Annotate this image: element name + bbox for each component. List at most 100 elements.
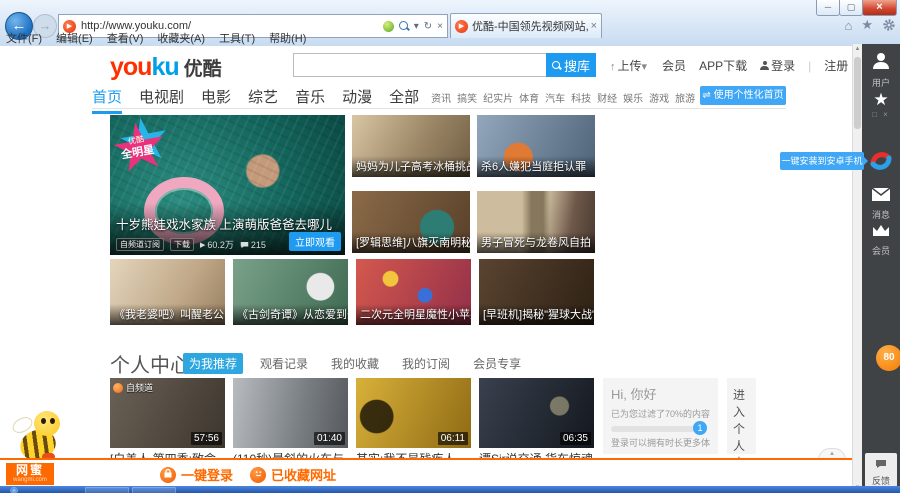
nav-sub-item[interactable]: 资讯	[431, 90, 451, 105]
window-minimize-button[interactable]: ─	[816, 0, 840, 16]
download-chip[interactable]: 下载	[170, 238, 194, 251]
nav-music[interactable]: 音乐	[295, 86, 325, 107]
hero-video-card[interactable]: 优酷 全明星 十岁熊娃戏水家族 上演萌版爸爸去哪儿 自频道订阅 下载 ▶60.2…	[110, 115, 345, 255]
register-link[interactable]: 注册	[824, 57, 848, 74]
nav-sub-item[interactable]: 体育	[519, 90, 539, 105]
tab-history[interactable]: 观看记录	[254, 353, 314, 374]
duration-badge: 01:40	[314, 432, 345, 445]
one-key-login-button[interactable]: 一键登录	[160, 465, 233, 484]
video-thumb[interactable]: 妈妈为儿子高考冰桶挑战	[352, 115, 470, 177]
window-maximize-button[interactable]: ▢	[839, 0, 863, 16]
smiley-icon	[250, 467, 266, 483]
menu-file[interactable]: 文件(F)	[6, 33, 42, 46]
thumb-caption: 《古剑奇谭》从恋爱到开播	[233, 304, 348, 325]
nav-all[interactable]: 全部	[389, 86, 419, 107]
video-thumb[interactable]: 《古剑奇谭》从恋爱到开播	[233, 259, 348, 325]
upload-link[interactable]: ↑上传▾	[610, 57, 649, 74]
rail-mini-controls[interactable]: □ ×	[862, 110, 900, 119]
search-button[interactable]: 搜库	[546, 53, 596, 77]
app-download-link[interactable]: APP下载	[699, 57, 747, 74]
wangmi-bee-mascot[interactable]	[8, 406, 64, 464]
nav-sub-item[interactable]: 旅游	[675, 90, 695, 105]
video-thumb[interactable]: [罗辑思维]八旗灭南明秘史	[352, 191, 470, 253]
home-icon[interactable]: ⌂	[844, 18, 852, 33]
menu-tools[interactable]: 工具(T)	[219, 33, 255, 46]
login-link[interactable]: 登录	[760, 57, 795, 74]
tab-favorites[interactable]: 我的收藏	[325, 353, 385, 374]
nav-sub-item[interactable]: 纪实片	[483, 90, 513, 105]
video-thumb[interactable]: 二次元全明星魔性小苹果	[356, 259, 471, 325]
rail-message-button[interactable]: 消息	[862, 188, 900, 221]
settings-gear-icon[interactable]	[882, 18, 896, 32]
nav-sub-item[interactable]: 娱乐	[623, 90, 643, 105]
favorited-site-button[interactable]: 已收藏网址	[250, 465, 336, 484]
video-card[interactable]: 自频道 57:56	[110, 378, 225, 448]
nav-sub-item[interactable]: 搞笑	[457, 90, 477, 105]
greeting-text: Hi, 你好	[611, 384, 710, 403]
video-thumb[interactable]: 男子冒死与龙卷风自拍	[477, 191, 595, 253]
tab-vip[interactable]: 会员专享	[467, 353, 527, 374]
tab-subscriptions[interactable]: 我的订阅	[396, 353, 456, 374]
video-thumb[interactable]: [早班机]揭秘"猩球大战"	[479, 259, 594, 325]
bee-head	[34, 411, 60, 436]
start-button[interactable]	[10, 487, 18, 493]
nav-sub-item[interactable]: 科技	[571, 90, 591, 105]
enter-personal-center-button[interactable]: 进入个人中心	[727, 378, 756, 454]
search-input[interactable]	[293, 53, 559, 77]
nav-sub-item[interactable]: 游戏	[649, 90, 669, 105]
youku-logo[interactable]: youku优酷	[110, 53, 222, 82]
refresh-icon[interactable]: ↻	[424, 21, 432, 32]
thumb-caption: 二次元全明星魔性小苹果	[356, 304, 471, 325]
tab-close-icon[interactable]: ×	[591, 20, 597, 32]
video-thumb[interactable]: 杀6人嫌犯当庭拒认罪	[477, 115, 595, 177]
rail-vip-button[interactable]: 会员	[862, 224, 900, 257]
rail-favorites-button[interactable]: ★ □ ×	[862, 90, 900, 119]
menu-view[interactable]: 查看(V)	[107, 33, 144, 46]
rail-user-button[interactable]: 用户	[862, 52, 900, 89]
install-client-tooltip[interactable]: 一键安装到安卓手机	[780, 152, 864, 170]
minimize-icon: ─	[825, 2, 831, 12]
menu-favorites[interactable]: 收藏夹(A)	[157, 33, 205, 46]
youku-client-icon	[868, 148, 894, 174]
address-dropdown-icon[interactable]: ▾	[414, 21, 419, 32]
watch-now-button[interactable]: 立即观看	[289, 232, 341, 251]
search-icon[interactable]	[399, 21, 409, 31]
tab-recommended[interactable]: 为我推荐	[183, 353, 243, 374]
suggestions-icon[interactable]	[383, 21, 394, 32]
video-thumb[interactable]: 《我老婆吧》叫醒老公 | 起床	[110, 259, 225, 325]
filter-text: 已为您过滤了70%的内容	[611, 407, 710, 420]
url-text[interactable]: http://www.youku.com/	[81, 20, 383, 32]
user-icon	[760, 61, 769, 70]
feedback-widget[interactable]: 反馈	[865, 453, 897, 487]
scrollbar-thumb[interactable]	[854, 57, 861, 129]
floating-promo-ball[interactable]: 80	[876, 345, 900, 371]
video-card[interactable]: 06:11	[356, 378, 471, 448]
browser-tab[interactable]: ▶ 优酷-中国领先视频网站,提... ×	[450, 13, 602, 38]
nav-movie[interactable]: 电影	[201, 86, 231, 107]
taskbar-button[interactable]	[85, 487, 129, 493]
vip-link[interactable]: 会员	[662, 57, 686, 74]
nav-sub-item[interactable]: 财经	[597, 90, 617, 105]
taskbar-button[interactable]	[132, 487, 176, 493]
subscribe-chip[interactable]: 自频道订阅	[116, 238, 164, 251]
favorites-star-icon[interactable]: ★	[861, 17, 873, 33]
nav-tv[interactable]: 电视剧	[139, 86, 184, 107]
star-icon: ★	[873, 90, 888, 109]
personalize-homepage-button[interactable]: ⇌ 使用个性化首页	[700, 86, 786, 105]
nav-home[interactable]: 首页	[92, 86, 122, 114]
site-favicon: ▶	[63, 20, 76, 33]
nav-variety[interactable]: 综艺	[248, 86, 278, 107]
window-close-button[interactable]: ×	[862, 0, 897, 16]
hero-title[interactable]: 十岁熊娃戏水家族 上演萌版爸爸去哪儿	[116, 214, 332, 233]
stop-icon[interactable]: ×	[437, 21, 443, 32]
menu-help[interactable]: 帮助(H)	[269, 33, 306, 46]
video-card[interactable]: 01:40	[233, 378, 348, 448]
scroll-up-icon[interactable]: ▲	[853, 46, 862, 52]
personal-center-title: 个人中心	[110, 349, 190, 378]
menu-edit[interactable]: 编辑(E)	[56, 33, 93, 46]
wangmi-logo[interactable]: 网蜜 wangmi.com	[6, 463, 54, 485]
windows-taskbar[interactable]	[0, 486, 900, 493]
nav-anime[interactable]: 动漫	[342, 86, 372, 107]
video-card[interactable]: 06:35	[479, 378, 594, 448]
nav-sub-item[interactable]: 汽车	[545, 90, 565, 105]
